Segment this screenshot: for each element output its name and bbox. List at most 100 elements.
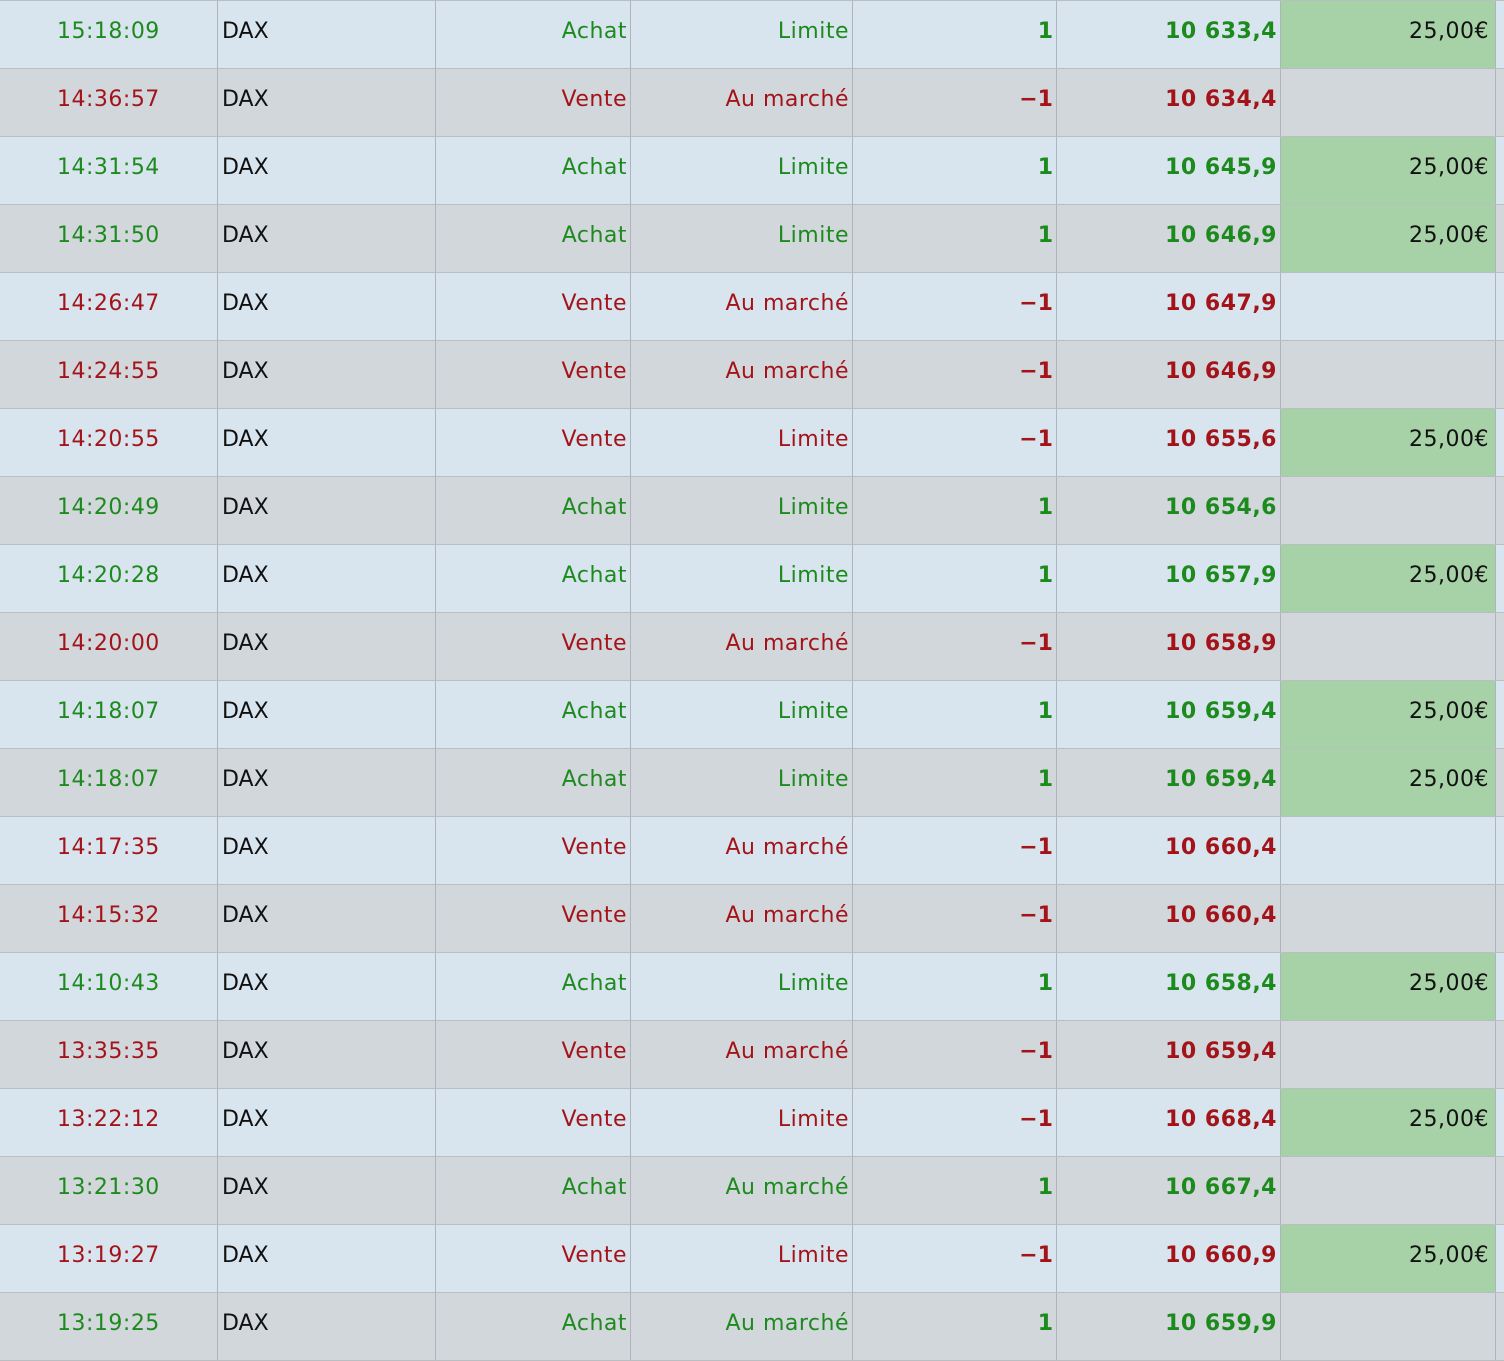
row-end-spacer [1496,477,1504,544]
side-cell: Achat [436,545,631,612]
fee-cell: 25,00€ [1281,749,1496,816]
order-type-cell: Au marché [631,69,853,136]
instrument-cell: DAX [218,1021,436,1088]
instrument-cell: DAX [218,1225,436,1292]
fee-cell: 25,00€ [1281,409,1496,476]
table-row[interactable]: 14:18:07 DAX Achat Limite 1 10 659,4 25,… [0,681,1504,749]
instrument-cell: DAX [218,69,436,136]
table-row[interactable]: 13:35:35 DAX Vente Au marché −1 10 659,4 [0,1021,1504,1089]
side-cell: Vente [436,409,631,476]
table-row[interactable]: 15:18:09 DAX Achat Limite 1 10 633,4 25,… [0,1,1504,69]
price-cell: 10 654,6 [1057,477,1281,544]
order-time-cell: 14:31:54 [0,137,218,204]
order-time-cell: 14:20:28 [0,545,218,612]
order-time-cell: 14:20:55 [0,409,218,476]
table-row[interactable]: 14:20:28 DAX Achat Limite 1 10 657,9 25,… [0,545,1504,613]
quantity-cell: −1 [853,885,1057,952]
instrument-cell: DAX [218,817,436,884]
table-row[interactable]: 13:22:12 DAX Vente Limite −1 10 668,4 25… [0,1089,1504,1157]
fee-cell: 25,00€ [1281,205,1496,272]
side-cell: Achat [436,1157,631,1224]
row-end-spacer [1496,545,1504,612]
quantity-cell: −1 [853,613,1057,680]
quantity-cell: −1 [853,69,1057,136]
instrument-cell: DAX [218,1089,436,1156]
instrument-cell: DAX [218,1157,436,1224]
quantity-cell: −1 [853,1089,1057,1156]
table-row[interactable]: 14:24:55 DAX Vente Au marché −1 10 646,9 [0,341,1504,409]
order-time-cell: 14:26:47 [0,273,218,340]
price-cell: 10 660,4 [1057,817,1281,884]
order-time-cell: 14:18:07 [0,749,218,816]
order-time-cell: 13:19:27 [0,1225,218,1292]
row-end-spacer [1496,1021,1504,1088]
order-time-cell: 14:10:43 [0,953,218,1020]
side-cell: Vente [436,1089,631,1156]
table-row[interactable]: 14:31:50 DAX Achat Limite 1 10 646,9 25,… [0,205,1504,273]
quantity-cell: 1 [853,681,1057,748]
order-time-cell: 13:19:25 [0,1293,218,1360]
order-type-cell: Limite [631,1089,853,1156]
quantity-cell: −1 [853,341,1057,408]
row-end-spacer [1496,205,1504,272]
row-end-spacer [1496,885,1504,952]
table-row[interactable]: 14:31:54 DAX Achat Limite 1 10 645,9 25,… [0,137,1504,205]
fee-cell [1281,1021,1496,1088]
order-type-cell: Limite [631,749,853,816]
side-cell: Vente [436,817,631,884]
order-time-cell: 13:21:30 [0,1157,218,1224]
instrument-cell: DAX [218,885,436,952]
side-cell: Achat [436,205,631,272]
row-end-spacer [1496,817,1504,884]
instrument-cell: DAX [218,409,436,476]
table-row[interactable]: 14:18:07 DAX Achat Limite 1 10 659,4 25,… [0,749,1504,817]
order-time-cell: 13:22:12 [0,1089,218,1156]
instrument-cell: DAX [218,749,436,816]
order-type-cell: Limite [631,1225,853,1292]
fee-cell: 25,00€ [1281,137,1496,204]
price-cell: 10 633,4 [1057,1,1281,68]
side-cell: Vente [436,613,631,680]
quantity-cell: 1 [853,205,1057,272]
fee-cell [1281,817,1496,884]
order-time-cell: 14:18:07 [0,681,218,748]
row-end-spacer [1496,1089,1504,1156]
table-row[interactable]: 14:36:57 DAX Vente Au marché −1 10 634,4 [0,69,1504,137]
table-row[interactable]: 13:21:30 DAX Achat Au marché 1 10 667,4 [0,1157,1504,1225]
price-cell: 10 668,4 [1057,1089,1281,1156]
quantity-cell: 1 [853,545,1057,612]
price-cell: 10 659,4 [1057,749,1281,816]
fee-cell: 25,00€ [1281,545,1496,612]
side-cell: Vente [436,1225,631,1292]
table-row[interactable]: 13:19:27 DAX Vente Limite −1 10 660,9 25… [0,1225,1504,1293]
price-cell: 10 645,9 [1057,137,1281,204]
fee-cell [1281,1293,1496,1360]
table-row[interactable]: 14:10:43 DAX Achat Limite 1 10 658,4 25,… [0,953,1504,1021]
table-row[interactable]: 14:20:55 DAX Vente Limite −1 10 655,6 25… [0,409,1504,477]
order-type-cell: Au marché [631,1293,853,1360]
quantity-cell: 1 [853,137,1057,204]
table-row[interactable]: 14:20:00 DAX Vente Au marché −1 10 658,9 [0,613,1504,681]
table-row[interactable]: 13:19:25 DAX Achat Au marché 1 10 659,9 [0,1293,1504,1361]
row-end-spacer [1496,409,1504,476]
table-row[interactable]: 14:20:49 DAX Achat Limite 1 10 654,6 [0,477,1504,545]
order-time-cell: 14:15:32 [0,885,218,952]
price-cell: 10 647,9 [1057,273,1281,340]
fee-cell: 25,00€ [1281,1,1496,68]
table-row[interactable]: 14:17:35 DAX Vente Au marché −1 10 660,4 [0,817,1504,885]
order-type-cell: Limite [631,137,853,204]
instrument-cell: DAX [218,477,436,544]
row-end-spacer [1496,137,1504,204]
order-type-cell: Au marché [631,817,853,884]
instrument-cell: DAX [218,545,436,612]
table-row[interactable]: 14:15:32 DAX Vente Au marché −1 10 660,4 [0,885,1504,953]
table-row[interactable]: 14:26:47 DAX Vente Au marché −1 10 647,9 [0,273,1504,341]
quantity-cell: 1 [853,1293,1057,1360]
fee-cell: 25,00€ [1281,953,1496,1020]
fee-cell: 25,00€ [1281,1225,1496,1292]
row-end-spacer [1496,613,1504,680]
fee-cell: 25,00€ [1281,1089,1496,1156]
order-type-cell: Au marché [631,1021,853,1088]
fee-cell [1281,613,1496,680]
quantity-cell: −1 [853,817,1057,884]
